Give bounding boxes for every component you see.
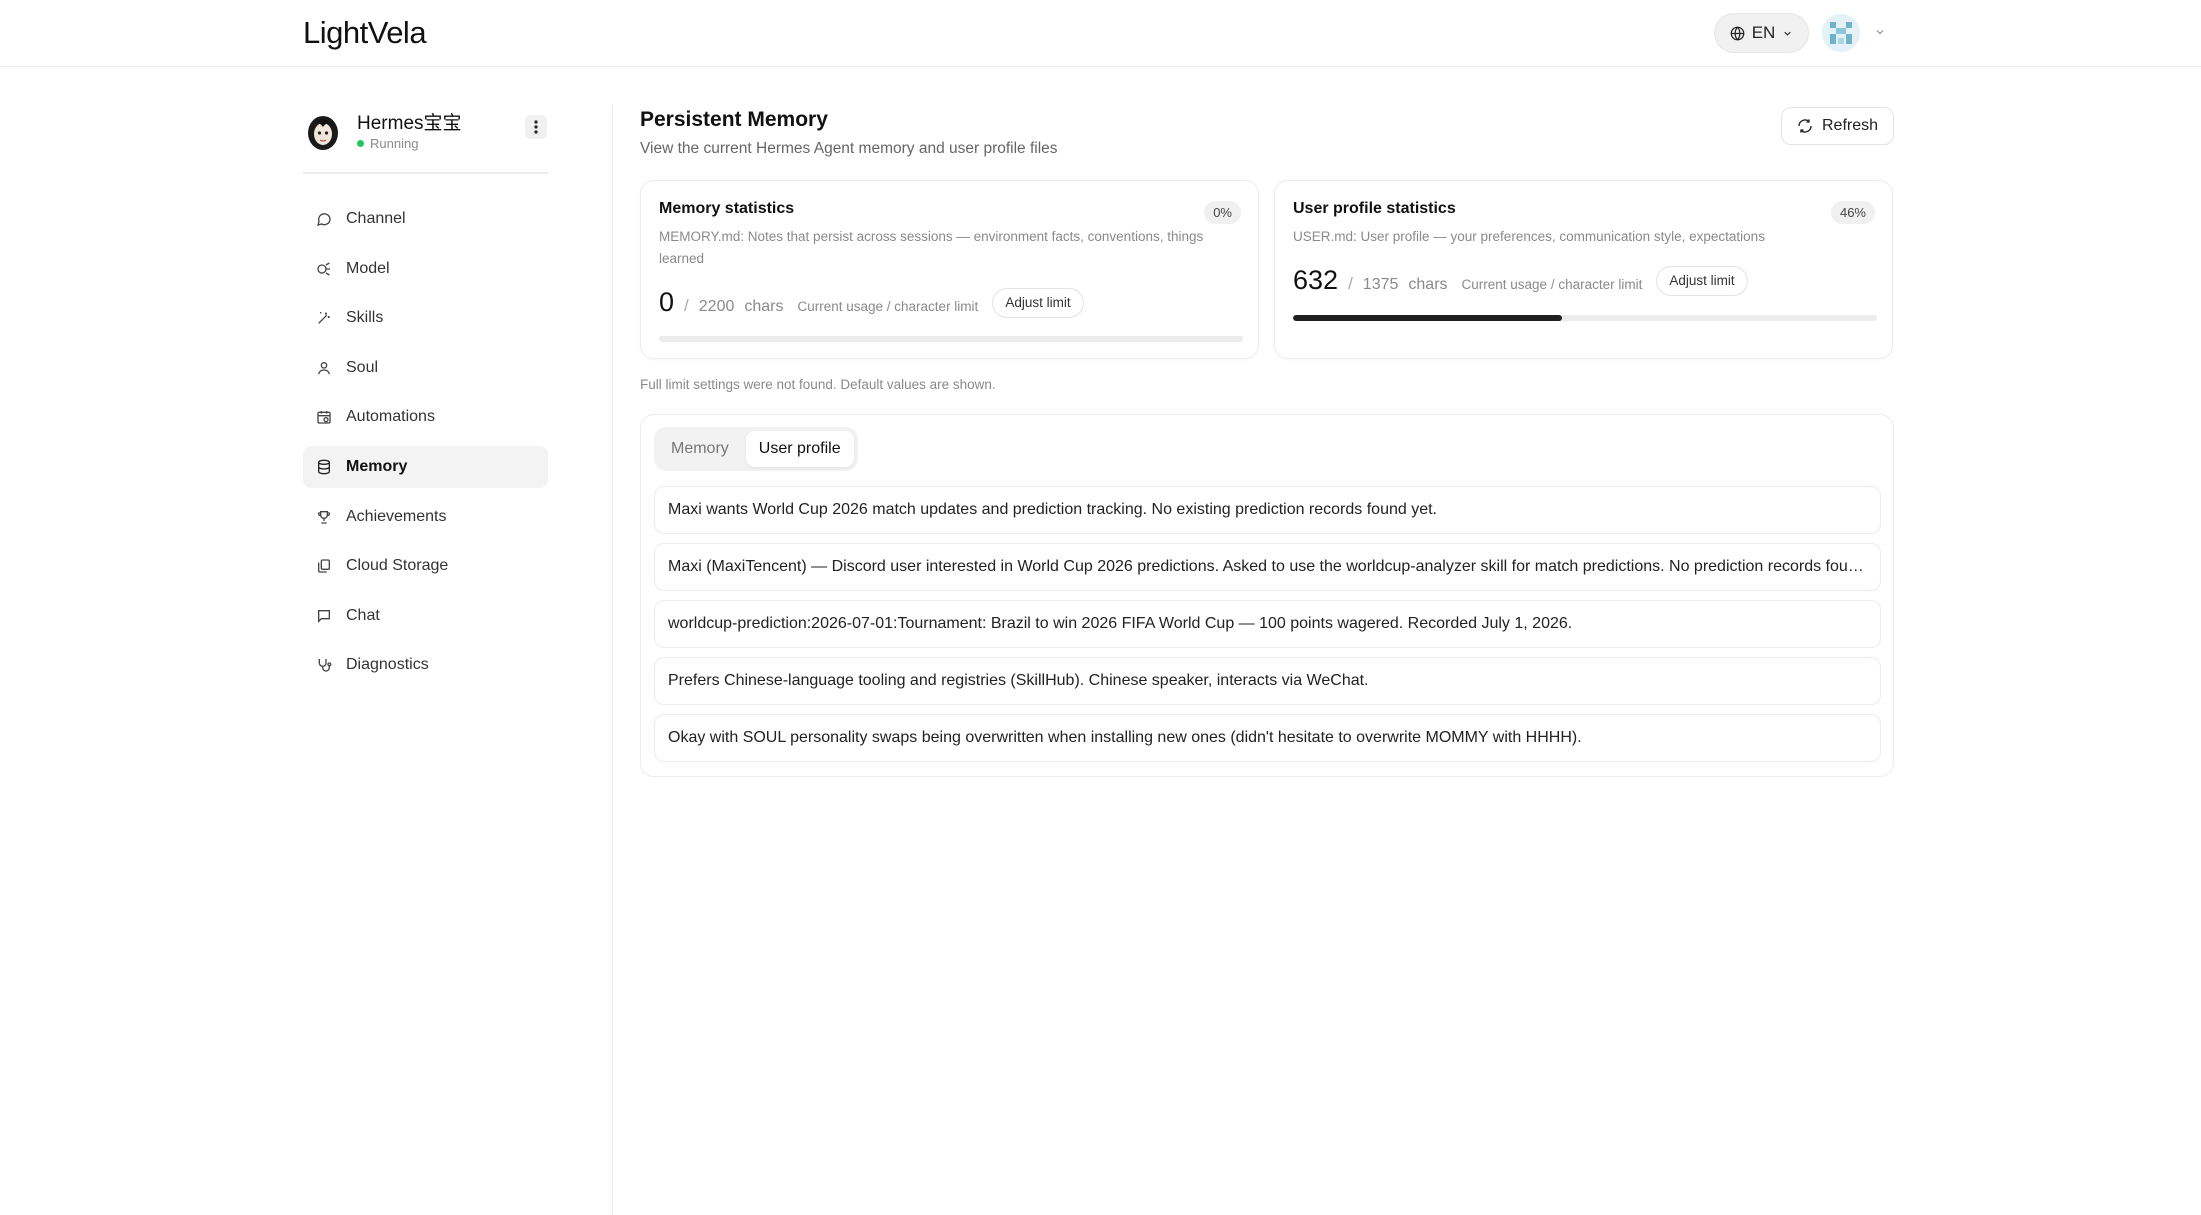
list-item[interactable]: worldcup-prediction:2026-07-01:Tournamen…: [654, 600, 1881, 648]
sidebar-item-label: Chat: [346, 606, 380, 624]
agent-header: Hermes宝宝 Running: [303, 100, 548, 174]
sidebar-item-channel[interactable]: Channel: [303, 198, 548, 240]
calendar-clock-icon: [317, 411, 331, 425]
page-title: Persistent Memory: [640, 108, 828, 131]
list-item[interactable]: Maxi (MaxiTencent) — Discord user intere…: [654, 543, 1881, 591]
usage-separator: /: [1348, 274, 1353, 293]
sidebar-item-model[interactable]: Model: [303, 248, 548, 290]
tab-group: Memory User profile: [654, 427, 858, 471]
usage-row: 0 / 2200 chars Current usage / character…: [659, 287, 1084, 322]
list-item[interactable]: Maxi wants World Cup 2026 match updates …: [654, 486, 1881, 534]
language-selector[interactable]: EN: [1714, 13, 1809, 53]
usage-percent-badge: 46%: [1830, 201, 1875, 224]
list-item[interactable]: Okay with SOUL personality swaps being o…: [654, 714, 1881, 762]
card-description: USER.md: User profile — your preferences…: [1293, 229, 1765, 244]
sidebar-item-skills[interactable]: Skills: [303, 297, 548, 339]
card-description: MEMORY.md: Notes that persist across ses…: [659, 229, 1204, 266]
list-item-text: Okay with SOUL personality swaps being o…: [668, 729, 1582, 746]
agent-status-label: Running: [370, 136, 419, 151]
status-dot: [357, 140, 364, 147]
usage-percent-badge: 0%: [1204, 201, 1241, 224]
sidebar-item-memory[interactable]: Memory: [303, 445, 548, 488]
usage-row: 632 / 1375 chars Current usage / charact…: [1293, 265, 1748, 300]
sidebar-divider: [612, 105, 613, 1215]
adjust-limit-button[interactable]: Adjust limit: [1656, 265, 1748, 296]
trophy-icon: [317, 510, 331, 524]
chat-bubble-icon: [317, 213, 331, 226]
usage-limit: 2200: [698, 298, 735, 315]
sidebar-item-diagnostics[interactable]: Diagnostics: [303, 644, 548, 686]
list-item-text: Maxi wants World Cup 2026 match updates …: [668, 501, 1437, 518]
sidebar-item-label: Automations: [346, 408, 435, 426]
list-item-text: Maxi (MaxiTencent) — Discord user intere…: [668, 558, 1867, 575]
stethoscope-icon: [318, 659, 332, 672]
list-item-text: Prefers Chinese-language tooling and reg…: [668, 672, 1369, 689]
sidebar-item-label: Model: [346, 259, 390, 277]
refresh-icon: [1798, 119, 1812, 133]
refresh-label: Refresh: [1821, 117, 1879, 134]
agent-name: Hermes宝宝: [357, 113, 462, 134]
sidebar-item-label: Cloud Storage: [346, 557, 449, 575]
usage-separator: /: [684, 296, 689, 315]
user-icon: [318, 361, 330, 374]
adjust-limit-button[interactable]: Adjust limit: [992, 287, 1084, 318]
list-item[interactable]: Prefers Chinese-language tooling and reg…: [654, 657, 1881, 705]
usage-note: Current usage / character limit: [1461, 277, 1643, 292]
usage-unit: chars: [744, 298, 784, 315]
entries-card: Memory User profile Maxi wants World Cup…: [640, 414, 1894, 777]
sidebar: Hermes宝宝 Running Channel Model Skills So…: [303, 100, 548, 694]
sidebar-item-automations[interactable]: Automations: [303, 396, 548, 438]
tab-memory[interactable]: Memory: [658, 431, 742, 467]
list-item-text: worldcup-prediction:2026-07-01:Tournamen…: [668, 615, 1573, 632]
database-icon: [318, 459, 330, 475]
tab-user-profile[interactable]: User profile: [745, 431, 854, 467]
more-vertical-icon: [534, 120, 538, 134]
refresh-button[interactable]: Refresh: [1781, 107, 1894, 145]
chevron-down-icon[interactable]: [1874, 26, 1886, 38]
message-square-icon: [318, 609, 330, 623]
sidebar-item-label: Diagnostics: [346, 656, 429, 674]
limit-hint: Full limit settings were not found. Defa…: [640, 377, 996, 392]
usage-note: Current usage / character limit: [797, 299, 979, 314]
page-subtitle: View the current Hermes Agent memory and…: [640, 140, 1058, 157]
cloud-files-icon: [318, 559, 330, 573]
sidebar-item-label: Soul: [346, 358, 379, 376]
agent-status: Running: [357, 136, 418, 151]
sidebar-item-label: Channel: [346, 210, 406, 227]
sidebar-nav: Channel Model Skills Soul Automations Me…: [303, 198, 548, 686]
sidebar-item-achievements[interactable]: Achievements: [303, 496, 548, 538]
chevron-down-icon: [1784, 31, 1791, 36]
card-title: Memory statistics: [659, 200, 795, 217]
usage-unit: chars: [1408, 276, 1448, 293]
usage-current: 0: [659, 287, 675, 317]
globe-icon: [1730, 26, 1745, 40]
magic-wand-icon: [318, 312, 330, 324]
usage-limit: 1375: [1362, 276, 1399, 293]
top-bar: LightVela EN: [0, 0, 2201, 67]
sidebar-item-label: Achievements: [346, 507, 447, 525]
agent-avatar: [305, 111, 341, 151]
card-title: User profile statistics: [1293, 200, 1456, 217]
agent-menu-button[interactable]: [525, 115, 547, 139]
usage-progress-bar: [1293, 315, 1877, 321]
sidebar-item-chat[interactable]: Chat: [303, 595, 548, 637]
entries-list: Maxi wants World Cup 2026 match updates …: [654, 486, 1881, 771]
user-avatar[interactable]: [1822, 14, 1860, 52]
sidebar-item-soul[interactable]: Soul: [303, 347, 548, 389]
memory-stats-card: Memory statistics 0% MEMORY.md: Notes th…: [640, 180, 1259, 359]
app-logo[interactable]: LightVela: [303, 15, 427, 51]
profile-stats-card: User profile statistics 46% USER.md: Use…: [1274, 180, 1893, 359]
sidebar-item-label: Memory: [346, 457, 408, 475]
sidebar-item-cloud-storage[interactable]: Cloud Storage: [303, 545, 548, 587]
usage-progress-bar: [659, 336, 1243, 342]
model-icon: [317, 262, 330, 276]
usage-current: 632: [1293, 265, 1339, 295]
sidebar-item-label: Skills: [346, 309, 384, 327]
language-label: EN: [1751, 23, 1776, 42]
usage-progress-fill: [1293, 315, 1562, 321]
